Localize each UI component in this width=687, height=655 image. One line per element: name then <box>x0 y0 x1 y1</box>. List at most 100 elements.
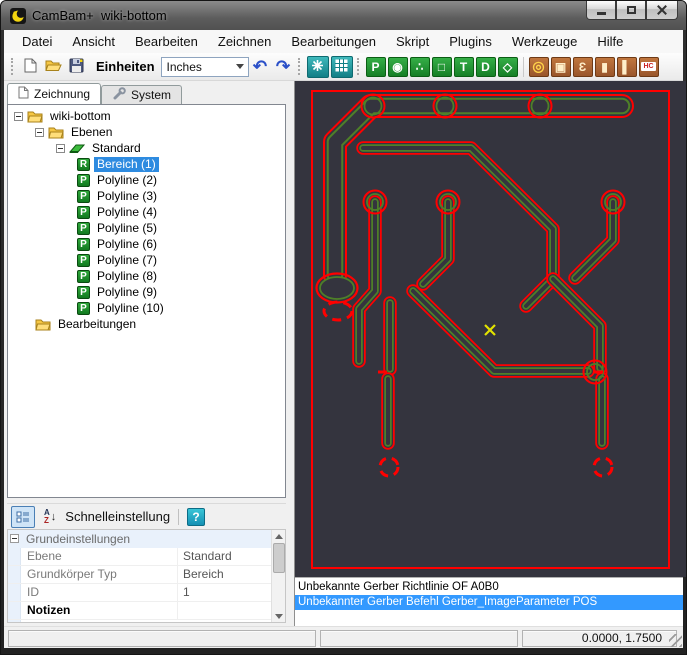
lathe-icon: ▌ <box>622 60 631 74</box>
drawing-canvas[interactable] <box>295 81 686 577</box>
maximize-button[interactable] <box>616 1 646 20</box>
tab-zeichnung[interactable]: Zeichnung <box>7 83 101 104</box>
property-value[interactable] <box>178 602 271 619</box>
minimize-button[interactable] <box>586 1 616 20</box>
menu-item-datei[interactable]: Datei <box>12 31 62 52</box>
help-button[interactable]: ? <box>187 508 205 526</box>
gerber-message[interactable]: Unbekannte Gerber Richtlinie OF A0B0 <box>295 580 683 595</box>
tree-item-label: Polyline (4) <box>94 205 160 220</box>
tree-row[interactable]: P Polyline (7) <box>8 252 285 268</box>
status-cell-coordinates: 0.0000, 1.7500 <box>522 630 677 647</box>
minimize-icon <box>597 12 606 15</box>
pocket-button[interactable]: ▣ <box>551 57 571 77</box>
property-value[interactable]: Standard <box>178 548 271 565</box>
menu-item-bearbeiten[interactable]: Bearbeiten <box>125 31 208 52</box>
tree-row[interactable]: Ebenen <box>8 124 285 140</box>
tree-row[interactable]: PPolyline (4) <box>8 204 285 220</box>
menu-item-bearbeitungen[interactable]: Bearbeitungen <box>281 31 386 52</box>
scroll-down-icon[interactable] <box>273 610 285 622</box>
tree-row[interactable]: PPolyline (3) <box>8 188 285 204</box>
lathe-button[interactable]: ▌ <box>617 57 637 77</box>
close-button[interactable] <box>646 1 678 20</box>
draw-surface-icon: ◇ <box>503 60 512 74</box>
collapse-toggle[interactable] <box>10 534 19 543</box>
redo-icon: ↷ <box>276 58 290 75</box>
down-arrow-icon: ↓ <box>51 511 57 523</box>
main-area: Zeichnung System wiki-bottomEbenenStanda… <box>4 81 683 626</box>
gcode-button[interactable]: HC <box>639 57 659 77</box>
property-row[interactable]: ID1 <box>8 584 285 602</box>
snap-points-button[interactable] <box>307 56 329 78</box>
property-label: Ebene <box>21 548 178 565</box>
tab-system-label: System <box>131 88 171 102</box>
menu-item-zeichnen[interactable]: Zeichnen <box>208 31 281 52</box>
chevron-down-icon[interactable] <box>232 58 248 76</box>
menu-item-ansicht[interactable]: Ansicht <box>62 31 125 52</box>
menu-item-werkzeuge[interactable]: Werkzeuge <box>502 31 588 52</box>
scroll-thumb[interactable] <box>273 543 285 573</box>
window-title: CamBam+ wiki-bottom <box>32 8 167 23</box>
gcode-icon: HC <box>641 62 655 71</box>
new-file-button[interactable] <box>19 55 42 78</box>
units-value: Inches <box>167 60 202 74</box>
property-value[interactable]: Bereich <box>178 566 271 583</box>
menu-item-skript[interactable]: Skript <box>386 31 439 52</box>
tab-system[interactable]: System <box>101 85 182 104</box>
property-value[interactable]: 1 <box>178 584 271 601</box>
tree-row[interactable]: wiki-bottom <box>8 108 285 124</box>
new-file-icon <box>24 58 37 76</box>
property-row[interactable]: Grundkörper TypBereich <box>8 566 285 584</box>
menu-item-hilfe[interactable]: Hilfe <box>587 31 633 52</box>
collapse-toggle[interactable] <box>14 112 23 121</box>
property-category[interactable]: Grundeinstellungen <box>8 530 285 548</box>
units-combobox[interactable]: Inches <box>161 57 249 77</box>
drill-button[interactable]: ▮ <box>595 57 615 77</box>
tree-row[interactable]: Bearbeitungen <box>8 316 285 332</box>
property-row[interactable]: Notizen <box>8 602 285 620</box>
menu-item-plugins[interactable]: Plugins <box>439 31 502 52</box>
scroll-up-icon[interactable] <box>273 530 285 542</box>
undo-icon: ↶ <box>253 58 267 75</box>
wrench-icon <box>112 87 126 103</box>
tree-item-label: Ebenen <box>68 125 115 140</box>
title-bar[interactable]: CamBam+ wiki-bottom <box>1 1 686 30</box>
tree-item-label: Polyline (5) <box>94 221 160 236</box>
gerber-message[interactable]: Unbekannter Gerber Befehl Gerber_ImagePa… <box>295 595 683 610</box>
tree-row[interactable]: PPolyline (2) <box>8 172 285 188</box>
draw-circle-button[interactable]: ◉ <box>388 57 408 77</box>
region-icon: R <box>77 158 90 171</box>
tree-item-label: Polyline (7) <box>94 253 160 268</box>
profile-button[interactable]: ◎ <box>529 57 549 77</box>
tree-row[interactable]: RBereich (1) <box>8 156 285 172</box>
tree-row[interactable]: PPolyline (9) <box>8 284 285 300</box>
engrave-button[interactable]: Ɛ <box>573 57 593 77</box>
polyline-icon: P <box>77 254 90 267</box>
open-file-button[interactable] <box>42 55 65 78</box>
draw-surface-button[interactable]: ◇ <box>498 57 518 77</box>
categorized-view-button[interactable] <box>11 506 35 528</box>
tree-row[interactable]: PPolyline (10) <box>8 300 285 316</box>
save-file-button[interactable] <box>65 55 88 78</box>
profile-icon: ◎ <box>532 58 544 75</box>
draw-polyline-button[interactable]: P <box>366 57 386 77</box>
page-icon <box>18 86 29 102</box>
property-grid: GrundeinstellungenEbeneStandardGrundkörp… <box>7 529 286 623</box>
draw-points-button[interactable]: ∴ <box>410 57 430 77</box>
tree-row[interactable]: Standard <box>8 140 285 156</box>
show-grid-button[interactable] <box>331 56 353 78</box>
resize-grip[interactable] <box>669 634 682 647</box>
grid-scrollbar[interactable] <box>271 530 285 622</box>
redo-button[interactable]: ↷ <box>272 55 295 78</box>
property-row[interactable]: EbeneStandard <box>8 548 285 566</box>
draw-arc-button[interactable]: D <box>476 57 496 77</box>
tree-item-label: Polyline (10) <box>94 301 167 316</box>
undo-button[interactable]: ↶ <box>249 55 272 78</box>
tree-row[interactable]: PPolyline (5) <box>8 220 285 236</box>
alphabetical-sort-button[interactable]: AZ ↓ <box>41 508 59 526</box>
tree-row[interactable]: PPolyline (6) <box>8 236 285 252</box>
draw-rectangle-button[interactable]: □ <box>432 57 452 77</box>
collapse-toggle[interactable] <box>35 128 44 137</box>
collapse-toggle[interactable] <box>56 144 65 153</box>
draw-text-button[interactable]: T <box>454 57 474 77</box>
tree-row[interactable]: PPolyline (8) <box>8 268 285 284</box>
